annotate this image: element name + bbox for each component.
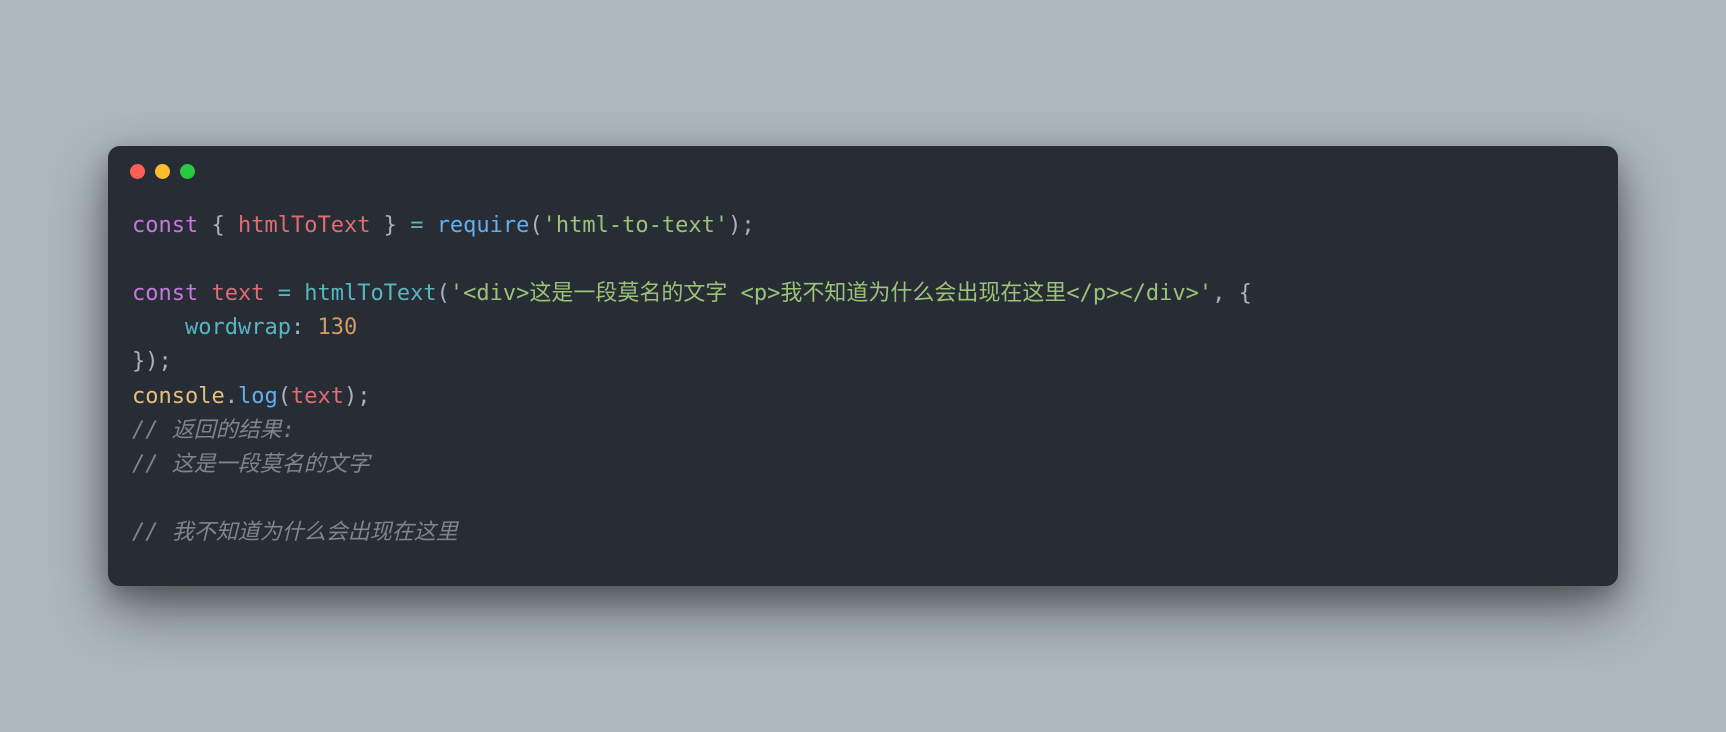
comment-line-2: // 这是一段莫名的文字 bbox=[132, 452, 370, 477]
object-console: console bbox=[132, 384, 225, 409]
code-line-6: console.log(text); bbox=[132, 384, 370, 409]
comma-brace: , { bbox=[1212, 281, 1252, 306]
code-line-1: const { htmlToText } = require('html-to-… bbox=[132, 213, 755, 238]
code-line-3: const text = htmlToText('<div>这是一段莫名的文字 … bbox=[132, 281, 1252, 306]
code-window: const { htmlToText } = require('html-to-… bbox=[108, 146, 1618, 586]
function-htmlToText: htmlToText bbox=[304, 281, 436, 306]
brace-close: } bbox=[370, 213, 410, 238]
number-130: 130 bbox=[317, 315, 357, 340]
code-line-4: wordwrap: 130 bbox=[132, 315, 357, 340]
close-icon[interactable] bbox=[130, 164, 145, 179]
function-require: require bbox=[437, 213, 530, 238]
paren-close-semi: ); bbox=[344, 384, 371, 409]
code-block: const { htmlToText } = require('html-to-… bbox=[108, 189, 1618, 586]
paren-open: ( bbox=[278, 384, 291, 409]
operator-equals: = bbox=[410, 213, 437, 238]
keyword-const: const bbox=[132, 213, 198, 238]
arg-text: text bbox=[291, 384, 344, 409]
string-module: 'html-to-text' bbox=[543, 213, 728, 238]
comment-line-1: // 返回的结果: bbox=[132, 418, 295, 443]
brace-open: { bbox=[198, 213, 238, 238]
window-titlebar bbox=[108, 146, 1618, 189]
identifier-htmlToText: htmlToText bbox=[238, 213, 370, 238]
property-wordwrap: wordwrap bbox=[185, 315, 291, 340]
operator-equals: = bbox=[278, 281, 305, 306]
paren-open: ( bbox=[437, 281, 450, 306]
string-html-arg: '<div>这是一段莫名的文字 <p>我不知道为什么会出现在这里</p></di… bbox=[450, 281, 1212, 306]
paren-close-semi: ); bbox=[728, 213, 755, 238]
minimize-icon[interactable] bbox=[155, 164, 170, 179]
comment-line-3: // 我不知道为什么会出现在这里 bbox=[132, 520, 458, 545]
keyword-const: const bbox=[132, 281, 198, 306]
paren-open: ( bbox=[529, 213, 542, 238]
method-log: log bbox=[238, 384, 278, 409]
colon: : bbox=[291, 315, 318, 340]
code-line-5: }); bbox=[132, 349, 172, 374]
close-brace-paren-semi: }); bbox=[132, 349, 172, 374]
maximize-icon[interactable] bbox=[180, 164, 195, 179]
dot: . bbox=[225, 384, 238, 409]
identifier-text: text bbox=[211, 281, 264, 306]
